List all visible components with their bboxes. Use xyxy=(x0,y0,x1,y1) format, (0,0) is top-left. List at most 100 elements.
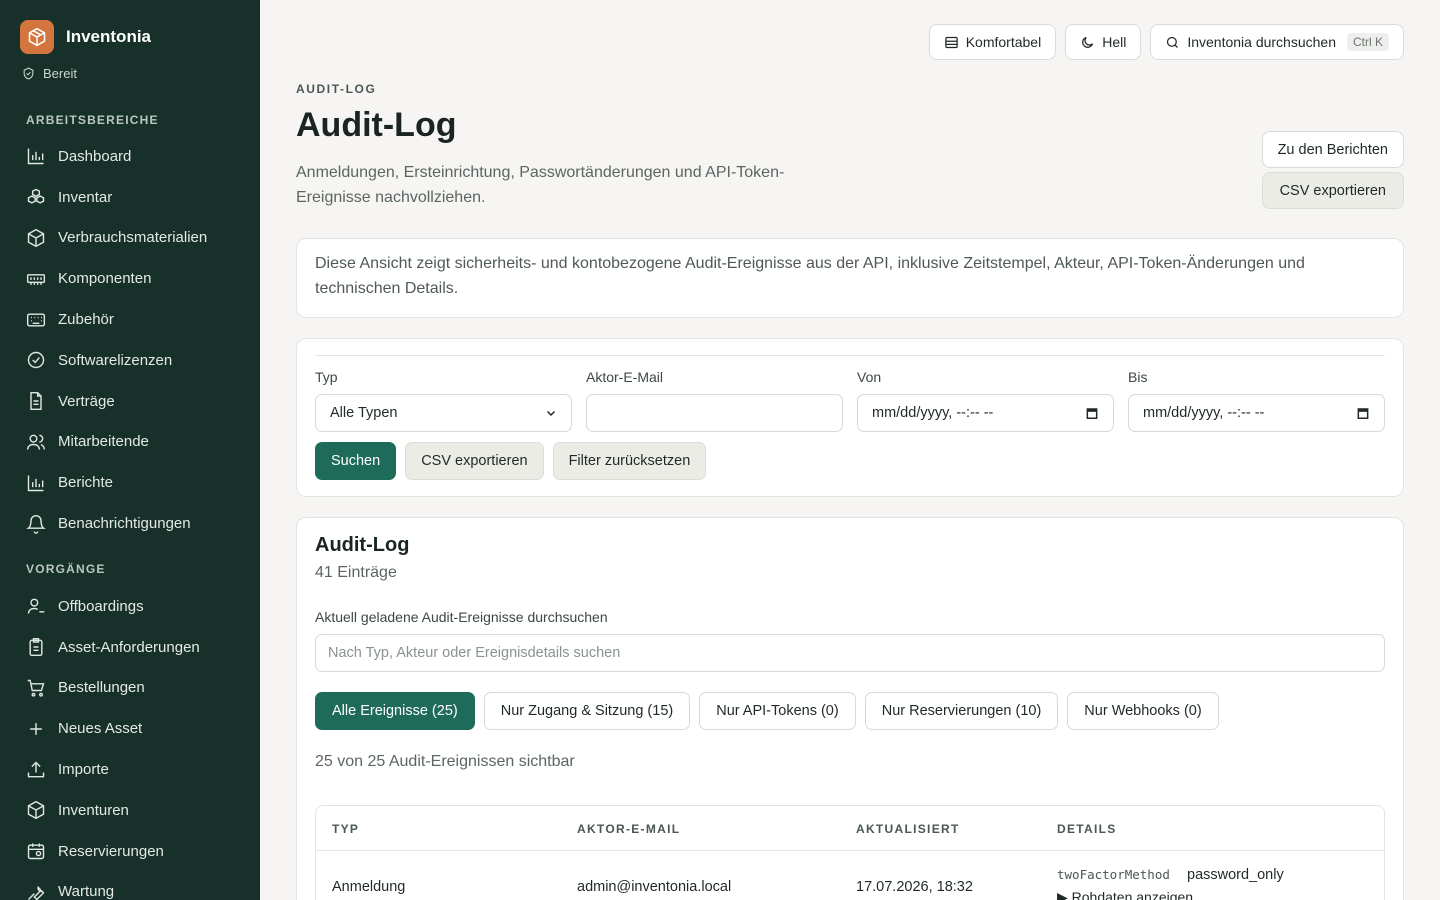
log-search-label: Aktuell geladene Audit-Ereignisse durchs… xyxy=(315,609,608,625)
upload-icon xyxy=(27,761,45,777)
reset-filters-button[interactable]: Filter zurücksetzen xyxy=(552,442,707,480)
to-reports-button[interactable]: Zu den Berichten xyxy=(1261,131,1404,168)
document-icon xyxy=(30,392,42,411)
sidebar-item-label: Reservierungen xyxy=(58,842,164,860)
keyboard-icon xyxy=(26,313,46,327)
log-search-input[interactable]: Nach Typ, Akteur oder Ereignisdetails su… xyxy=(315,634,1385,672)
to-date-input[interactable]: mm/dd/yyyy, --:-- -- xyxy=(1128,394,1385,432)
sidebar-item-label: Bestellungen xyxy=(58,679,145,697)
sidebar: Inventonia Bereit ARBEITSBEREICHE Dashbo… xyxy=(0,0,260,900)
search-button[interactable]: Suchen xyxy=(315,442,397,480)
chevron-down-icon xyxy=(546,410,556,417)
calendar-icon[interactable] xyxy=(1356,406,1370,420)
column-header-type[interactable]: TYP xyxy=(332,822,359,836)
shortcut-badge: Ctrl K xyxy=(1347,33,1389,51)
sidebar-item-label: Komponenten xyxy=(58,270,152,288)
sidebar-item-label: Offboardings xyxy=(58,597,144,615)
calendar-icon[interactable] xyxy=(1085,406,1099,420)
sidebar-item-neues-asset[interactable]: Neues Asset xyxy=(0,708,260,749)
filter-card: Typ Alle Typen Aktor-E-Mail Von mm/dd/yy… xyxy=(296,338,1404,497)
detail-key: twoFactorMethod xyxy=(1057,867,1170,882)
filter-buttons: Suchen CSV exportieren Filter zurücksetz… xyxy=(315,442,707,480)
users-icon xyxy=(26,434,46,450)
entry-count: 41 Einträge xyxy=(315,564,397,581)
sidebar-item-vertraege[interactable]: Verträge xyxy=(0,381,260,422)
cart-icon xyxy=(27,679,45,697)
sidebar-item-asset-anforderungen[interactable]: Asset-Anforderungen xyxy=(0,627,260,668)
brand-name: Inventonia xyxy=(66,27,152,46)
chip-access-session[interactable]: Nur Zugang & Sitzung (15) xyxy=(483,692,691,730)
chip-all-events[interactable]: Alle Ereignisse (25) xyxy=(315,692,475,730)
sidebar-item-wartung[interactable]: Wartung xyxy=(0,872,260,900)
density-label: Komfortabel xyxy=(965,34,1042,50)
sidebar-item-inventar[interactable]: Inventar xyxy=(0,177,260,218)
sidebar-item-verbrauchsmaterialien[interactable]: Verbrauchsmaterialien xyxy=(0,218,260,259)
wrench-icon xyxy=(27,885,45,900)
sidebar-item-inventuren[interactable]: Inventuren xyxy=(0,790,260,831)
density-toggle-button[interactable]: Komfortabel xyxy=(928,24,1057,60)
sidebar-item-label: Inventar xyxy=(58,188,113,206)
header-actions: Zu den Berichten CSV exportieren xyxy=(1261,131,1404,209)
sidebar-item-label: Verträge xyxy=(58,392,115,410)
page-eyebrow: AUDIT-LOG xyxy=(296,82,377,96)
status-indicator: Bereit xyxy=(0,54,260,81)
sidebar-item-offboardings[interactable]: Offboardings xyxy=(0,586,260,627)
sidebar-item-bestellungen[interactable]: Bestellungen xyxy=(0,668,260,709)
global-search-label: Inventonia durchsuchen xyxy=(1187,34,1336,50)
export-csv-button[interactable]: CSV exportieren xyxy=(1261,172,1404,209)
visible-count-text: 25 von 25 Audit-Ereignissen sichtbar xyxy=(315,753,575,770)
package-icon xyxy=(27,801,45,820)
nav-workspaces: Dashboard Inventar Verbrauchsmaterialien… xyxy=(0,136,260,544)
sidebar-item-berichte[interactable]: Berichte xyxy=(0,462,260,503)
cell-type: Anmeldung xyxy=(332,879,406,895)
from-date-input[interactable]: mm/dd/yyyy, --:-- -- xyxy=(857,394,1114,432)
to-date-placeholder: mm/dd/yyyy, --:-- -- xyxy=(1143,405,1265,421)
user-minus-icon xyxy=(27,599,45,614)
page-description: Anmeldungen, Ersteinrichtung, Passwortän… xyxy=(296,164,785,206)
table-row[interactable]: Anmeldung admin@inventonia.local 17.07.2… xyxy=(316,851,1384,900)
sidebar-item-label: Mitarbeitende xyxy=(58,433,149,451)
main-content: Komfortabel Hell Inventonia durchsuchen … xyxy=(260,0,1440,900)
memory-icon xyxy=(26,273,46,285)
plus-icon xyxy=(30,722,42,735)
table-header: TYP AKTOR-E-MAIL AKTUALISIERT DETAILS xyxy=(316,806,1384,851)
topbar: Komfortabel Hell Inventonia durchsuchen … xyxy=(928,24,1404,60)
column-header-details[interactable]: DETAILS xyxy=(1057,822,1117,836)
brand[interactable]: Inventonia xyxy=(0,0,260,54)
chip-api-tokens[interactable]: Nur API-Tokens (0) xyxy=(699,692,856,730)
chip-webhooks[interactable]: Nur Webhooks (0) xyxy=(1067,692,1219,730)
sidebar-item-label: Asset-Anforderungen xyxy=(58,638,200,656)
event-filter-chips: Alle Ereignisse (25) Nur Zugang & Sitzun… xyxy=(315,692,1219,730)
sidebar-item-label: Verbrauchsmaterialien xyxy=(58,229,208,247)
sidebar-item-importe[interactable]: Importe xyxy=(0,749,260,790)
sidebar-item-dashboard[interactable]: Dashboard xyxy=(0,136,260,177)
sidebar-item-label: Importe xyxy=(58,761,109,779)
moon-icon xyxy=(1082,36,1094,48)
raw-data-toggle[interactable]: ▶ Rohdaten anzeigen xyxy=(1057,889,1193,900)
bar-chart-icon xyxy=(27,148,44,165)
type-select[interactable]: Alle Typen xyxy=(315,394,572,432)
filter-csv-export-button[interactable]: CSV exportieren xyxy=(405,442,544,480)
chip-reservations[interactable]: Nur Reservierungen (10) xyxy=(864,692,1059,730)
table-icon xyxy=(944,36,958,48)
actor-email-input[interactable] xyxy=(586,394,843,432)
column-header-actor[interactable]: AKTOR-E-MAIL xyxy=(577,822,680,836)
sidebar-item-softwarelizenzen[interactable]: Softwarelizenzen xyxy=(0,340,260,381)
info-text: Diese Ansicht zeigt sicherheits- und kon… xyxy=(315,255,1305,297)
sidebar-item-label: Dashboard xyxy=(58,147,132,165)
to-label: Bis xyxy=(1128,369,1148,385)
column-header-updated[interactable]: AKTUALISIERT xyxy=(856,822,960,836)
global-search-button[interactable]: Inventonia durchsuchen Ctrl K xyxy=(1150,24,1404,60)
sidebar-item-zubehoer[interactable]: Zubehör xyxy=(0,299,260,340)
cell-actor: admin@inventonia.local xyxy=(577,879,732,895)
sidebar-item-reservierungen[interactable]: Reservierungen xyxy=(0,831,260,872)
type-filter: Typ Alle Typen xyxy=(315,369,572,432)
theme-toggle-button[interactable]: Hell xyxy=(1065,24,1142,60)
sidebar-item-benachrichtigungen[interactable]: Benachrichtigungen xyxy=(0,503,260,544)
sidebar-item-komponenten[interactable]: Komponenten xyxy=(0,258,260,299)
nav-processes: Offboardings Asset-Anforderungen Bestell… xyxy=(0,586,260,900)
sidebar-item-mitarbeitende[interactable]: Mitarbeitende xyxy=(0,422,260,463)
to-filter: Bis mm/dd/yyyy, --:-- -- xyxy=(1128,369,1385,432)
bell-icon xyxy=(26,514,46,534)
calendar-icon xyxy=(27,843,45,860)
